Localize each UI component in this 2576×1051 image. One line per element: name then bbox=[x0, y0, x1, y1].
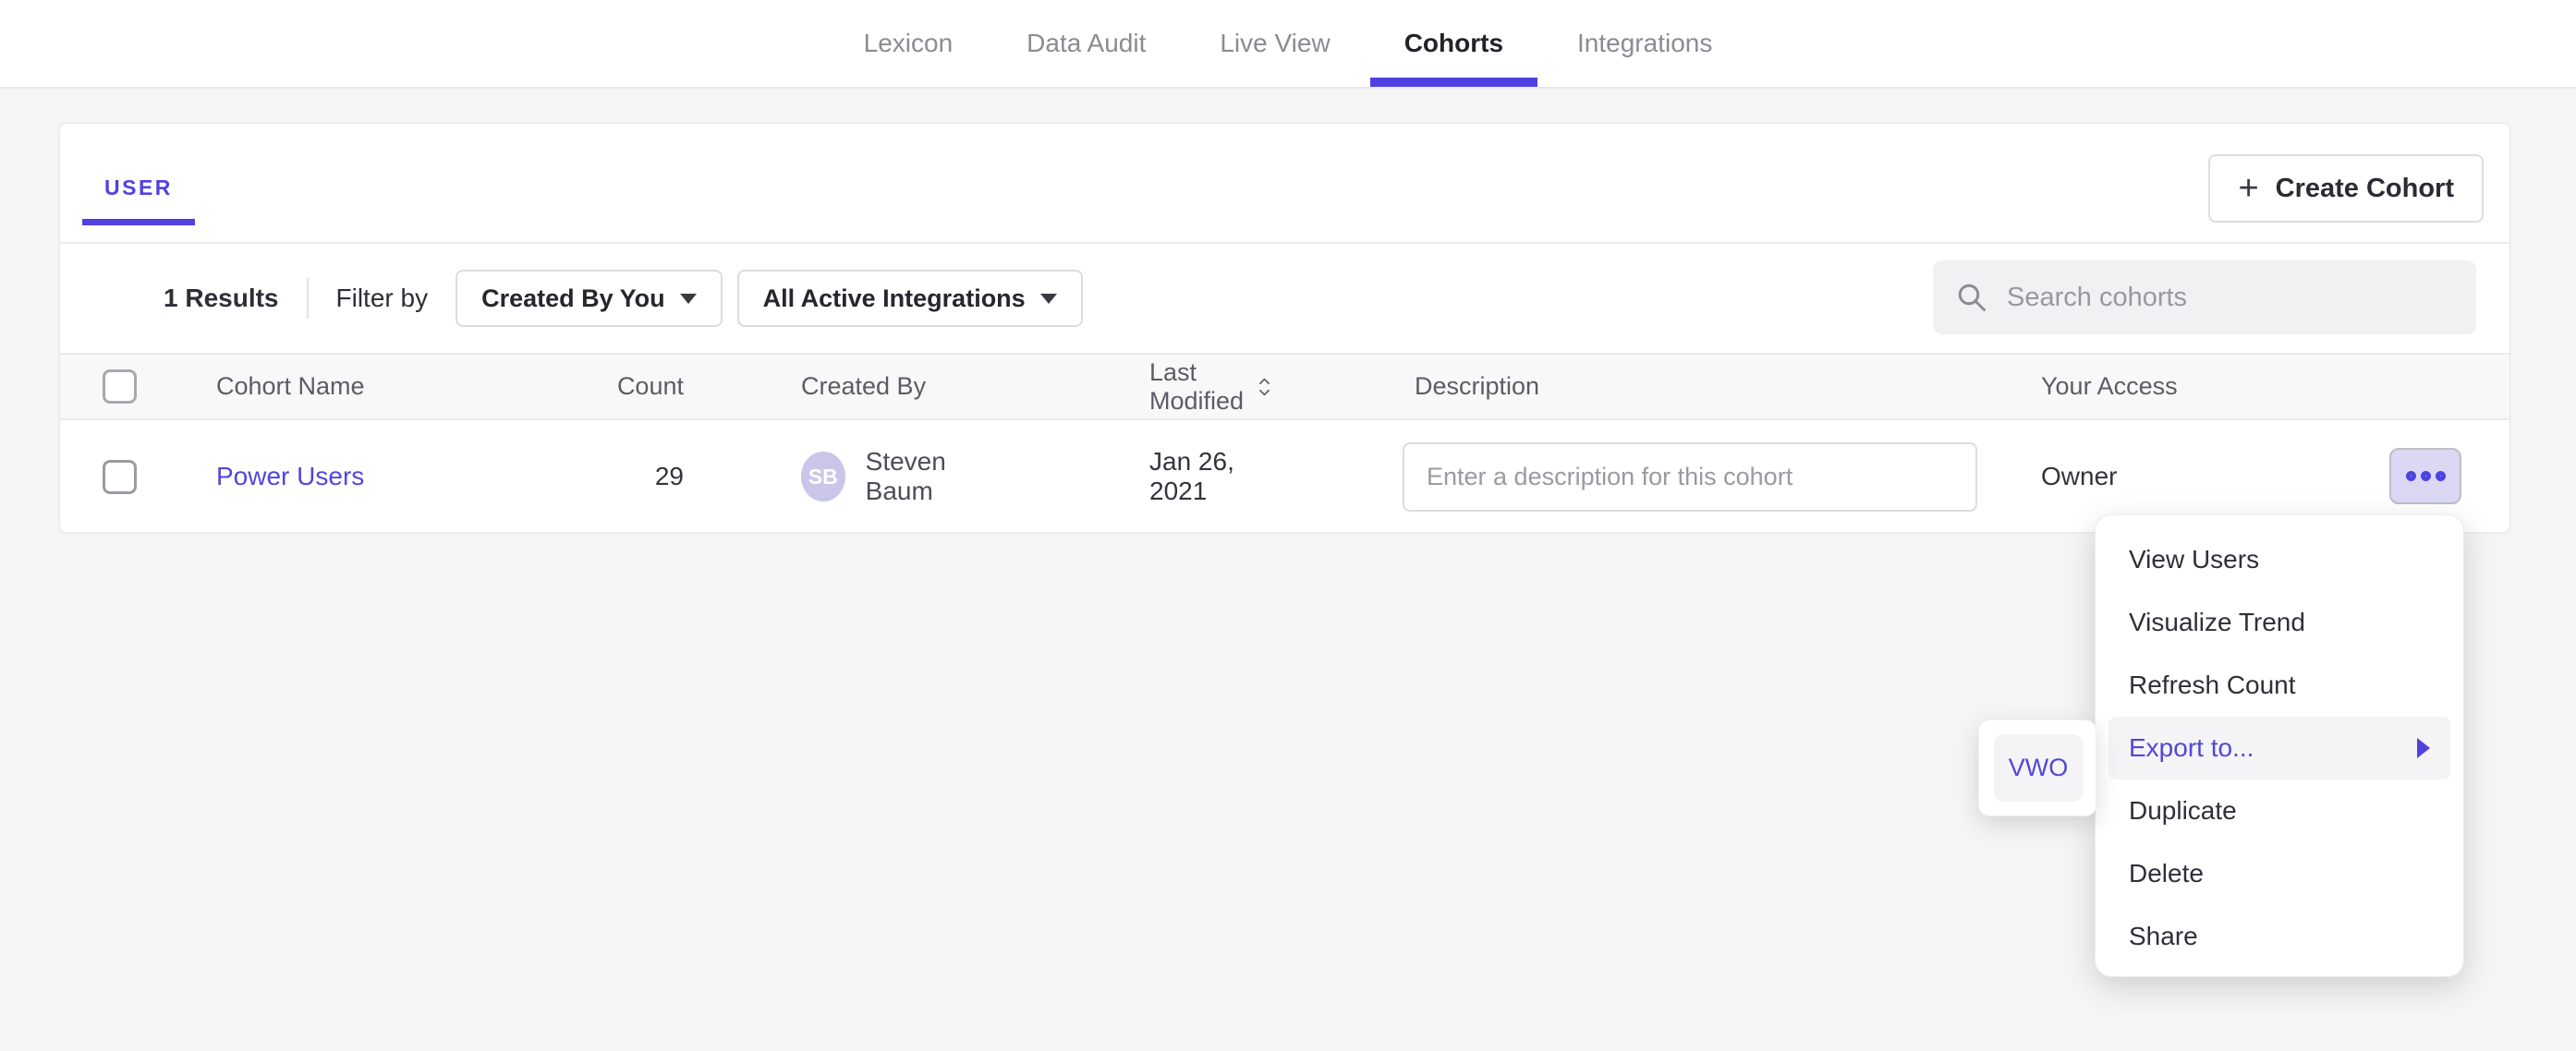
column-cohort-name: Cohort Name bbox=[157, 372, 559, 401]
menu-item-share[interactable]: Share bbox=[2108, 905, 2450, 968]
results-count: 1 Results bbox=[164, 284, 279, 313]
column-last-modified[interactable]: Last Modified bbox=[1002, 358, 1270, 416]
top-navigation: Lexicon Data Audit Live View Cohorts Int… bbox=[0, 0, 2576, 89]
menu-item-duplicate[interactable]: Duplicate bbox=[2108, 779, 2450, 842]
menu-item-label: Delete bbox=[2129, 859, 2204, 888]
row-checkbox[interactable] bbox=[103, 460, 137, 494]
menu-item-label: Duplicate bbox=[2129, 796, 2237, 826]
creator-name: Steven Baum bbox=[866, 447, 1002, 506]
avatar: SB bbox=[801, 452, 845, 501]
tab-live-view[interactable]: Live View bbox=[1185, 0, 1364, 87]
menu-item-export-to[interactable]: Export to... bbox=[2108, 717, 2450, 779]
cohorts-panel: USER + Create Cohort 1 Results Filter by… bbox=[59, 123, 2510, 533]
tab-cohorts[interactable]: Cohorts bbox=[1370, 0, 1537, 87]
integrations-dropdown[interactable]: All Active Integrations bbox=[737, 270, 1083, 327]
created-by-dropdown[interactable]: Created By You bbox=[456, 270, 723, 327]
description-input[interactable] bbox=[1403, 442, 1977, 512]
menu-item-label: Export to... bbox=[2129, 733, 2254, 763]
column-your-access: Your Access bbox=[2000, 372, 2509, 401]
created-by-dropdown-label: Created By You bbox=[481, 284, 665, 313]
chevron-down-icon bbox=[1040, 294, 1057, 304]
menu-item-label: Share bbox=[2129, 922, 2198, 951]
row-context-menu: View Users Visualize Trend Refresh Count… bbox=[2095, 514, 2464, 977]
divider bbox=[307, 278, 309, 319]
create-cohort-label: Create Cohort bbox=[2276, 174, 2454, 204]
column-created-by: Created By bbox=[684, 372, 1002, 401]
menu-item-label: Refresh Count bbox=[2129, 670, 2296, 700]
menu-item-refresh-count[interactable]: Refresh Count bbox=[2108, 654, 2450, 717]
menu-item-label: Visualize Trend bbox=[2129, 608, 2305, 637]
select-all-checkbox[interactable] bbox=[103, 369, 137, 404]
menu-item-view-users[interactable]: View Users bbox=[2108, 528, 2450, 591]
cohort-count: 29 bbox=[559, 462, 684, 491]
sort-icon bbox=[1258, 371, 1270, 403]
plus-icon: + bbox=[2238, 171, 2258, 206]
column-count: Count bbox=[559, 372, 684, 401]
menu-item-visualize-trend[interactable]: Visualize Trend bbox=[2108, 591, 2450, 654]
tab-integrations[interactable]: Integrations bbox=[1543, 0, 1746, 87]
last-modified-date: Jan 26, 2021 bbox=[1002, 447, 1270, 506]
more-dots-icon bbox=[2406, 471, 2416, 481]
chevron-down-icon bbox=[680, 294, 697, 304]
filter-row: 1 Results Filter by Created By You All A… bbox=[60, 244, 2509, 353]
column-last-modified-label: Last Modified bbox=[1149, 358, 1245, 416]
table-header: Cohort Name Count Created By Last Modifi… bbox=[60, 353, 2509, 420]
more-dots-icon bbox=[2436, 471, 2446, 481]
submenu-arrow-icon bbox=[2417, 738, 2430, 758]
menu-item-label: View Users bbox=[2129, 545, 2259, 574]
panel-tab-bar: USER + Create Cohort bbox=[60, 124, 2509, 244]
tab-data-audit[interactable]: Data Audit bbox=[992, 0, 1180, 87]
search-input[interactable] bbox=[2007, 283, 2454, 313]
search-cohorts-box bbox=[1933, 260, 2476, 334]
create-cohort-button[interactable]: + Create Cohort bbox=[2208, 154, 2484, 223]
cohort-name-link[interactable]: Power Users bbox=[216, 462, 364, 490]
menu-item-delete[interactable]: Delete bbox=[2108, 842, 2450, 905]
integrations-dropdown-label: All Active Integrations bbox=[763, 284, 1026, 313]
more-actions-button[interactable] bbox=[2389, 448, 2461, 504]
tab-lexicon[interactable]: Lexicon bbox=[830, 0, 988, 87]
tab-user[interactable]: USER bbox=[82, 124, 195, 219]
more-dots-icon bbox=[2421, 471, 2431, 481]
column-description: Description bbox=[1270, 372, 2000, 401]
filter-by-label: Filter by bbox=[336, 284, 429, 313]
submenu-item-vwo[interactable]: VWO bbox=[1994, 734, 2083, 802]
export-submenu: VWO bbox=[1978, 719, 2096, 816]
search-icon bbox=[1955, 281, 1988, 314]
